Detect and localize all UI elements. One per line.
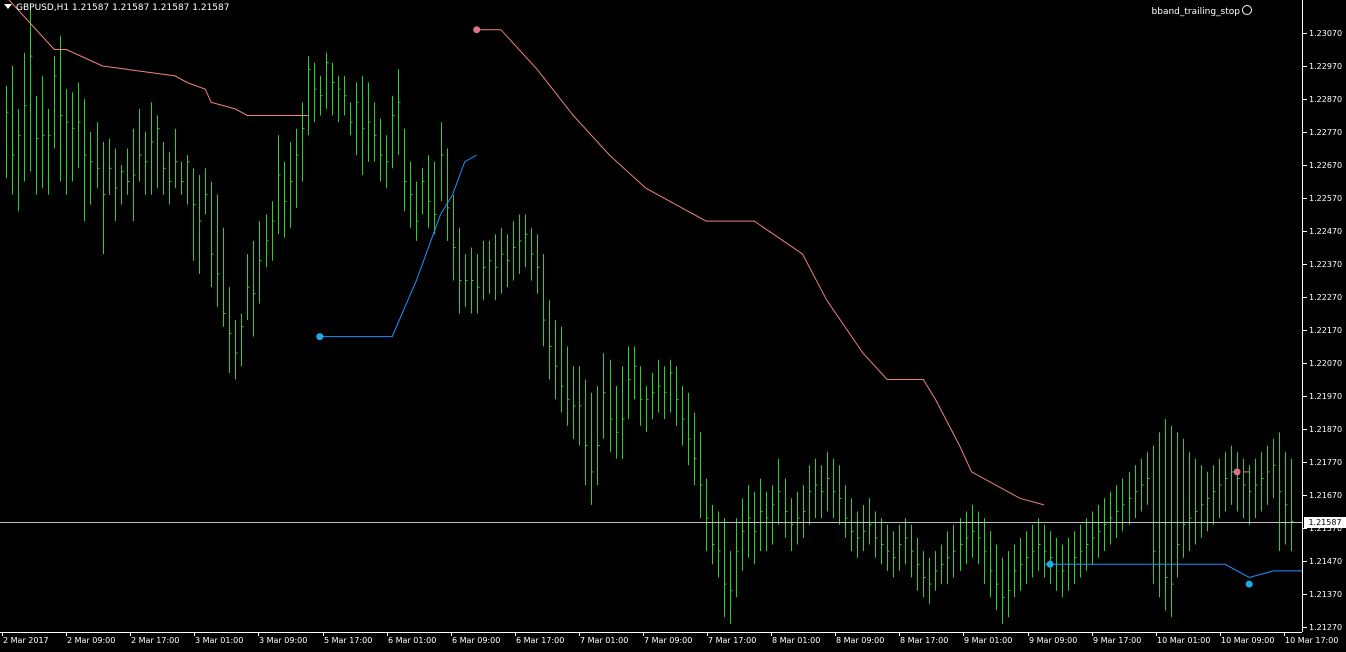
price-tick (1303, 495, 1307, 496)
time-label: 10 Mar 01:00 (1157, 636, 1211, 645)
price-tick (1303, 198, 1307, 199)
indicator-label[interactable]: bband_trailing_stop (1152, 5, 1252, 17)
time-axis: 2 Mar 2017 2 Mar 09:00 2 Mar 17:00 3 Mar 01… (0, 632, 1338, 652)
time-label: 3 Mar 01:00 (195, 636, 244, 645)
price-label: 1.21870 (1309, 425, 1343, 434)
price-tick (1303, 132, 1307, 133)
time-label: 6 Mar 17:00 (516, 636, 565, 645)
price-label: 1.22870 (1309, 95, 1343, 104)
price-label: 1.22970 (1309, 62, 1343, 71)
time-label: 7 Mar 01:00 (580, 636, 629, 645)
price-label: 1.22070 (1309, 359, 1343, 368)
price-label: 1.21970 (1309, 392, 1343, 401)
price-label: 1.22770 (1309, 128, 1343, 137)
time-label: 6 Mar 09:00 (452, 636, 501, 645)
price-axis: 1.23070 1.22970 1.22870 1.22770 1.22670 1.225… (1302, 0, 1346, 632)
time-label: 7 Mar 09:00 (644, 636, 693, 645)
symbol-info: GBPUSD,H1 1.21587 1.21587 1.21587 1.2158… (16, 3, 230, 13)
price-tick (1303, 396, 1307, 397)
price-tick (1303, 165, 1307, 166)
time-label: 5 Mar 17:00 (324, 636, 373, 645)
time-label: 8 Mar 17:00 (900, 636, 949, 645)
price-tick (1303, 627, 1307, 628)
price-tick (1303, 231, 1307, 232)
time-label: 2 Mar 2017 (3, 636, 49, 645)
price-label: 1.22670 (1309, 161, 1343, 170)
price-label: 1.22370 (1309, 260, 1343, 269)
price-label: 1.22170 (1309, 326, 1343, 335)
time-label: 2 Mar 09:00 (67, 636, 116, 645)
smiley-icon (1242, 5, 1252, 15)
upper-signal-dot (1233, 468, 1241, 476)
price-label: 1.22470 (1309, 227, 1343, 236)
price-tick (1303, 33, 1307, 34)
price-tick (1303, 462, 1307, 463)
price-label: 1.21370 (1309, 590, 1343, 599)
symbol-header: GBPUSD,H1 1.21587 1.21587 1.21587 1.2158… (4, 3, 229, 13)
price-tick (1303, 330, 1307, 331)
time-label: 9 Mar 17:00 (1093, 636, 1142, 645)
lower-signal-dot (1245, 580, 1253, 588)
chart-area[interactable]: GBPUSD,H1 1.21587 1.21587 1.21587 1.2158… (0, 0, 1302, 632)
lower-signal-dot (1046, 560, 1054, 568)
time-label: 9 Mar 01:00 (964, 636, 1013, 645)
dropdown-triangle-icon[interactable] (4, 4, 12, 9)
indicator-name: bband_trailing_stop (1151, 7, 1240, 17)
current-price-badge: 1.21587 (1304, 516, 1346, 528)
time-label: 9 Mar 09:00 (1029, 636, 1078, 645)
lower-signal-dot (316, 333, 324, 341)
price-tick (1303, 297, 1307, 298)
price-label: 1.21770 (1309, 458, 1343, 467)
trailing-stop-lines (8, 0, 1302, 579)
price-chart[interactable] (0, 0, 1302, 632)
time-label: 8 Mar 01:00 (772, 636, 821, 645)
time-label: 10 Mar 09:00 (1221, 636, 1275, 645)
time-label: 2 Mar 17:00 (131, 636, 180, 645)
time-label: 8 Mar 09:00 (836, 636, 885, 645)
price-label: 1.23070 (1309, 29, 1343, 38)
upper-trailing-stop-line (476, 29, 1045, 506)
upper-signal-dot (473, 26, 481, 34)
time-label: 3 Mar 09:00 (259, 636, 308, 645)
signal-dots (316, 26, 1253, 588)
time-label: 10 Mar 17:00 (1285, 636, 1339, 645)
price-label: 1.22570 (1309, 194, 1343, 203)
upper-trailing-stop-line (8, 0, 308, 116)
price-label: 1.22270 (1309, 293, 1343, 302)
price-tick (1303, 594, 1307, 595)
price-tick (1303, 528, 1307, 529)
ohlc-bars (6, 3, 1294, 624)
price-tick (1303, 363, 1307, 364)
price-tick (1303, 66, 1307, 67)
time-label: 6 Mar 01:00 (388, 636, 437, 645)
price-tick (1303, 561, 1307, 562)
price-label: 1.21670 (1309, 491, 1343, 500)
price-label: 1.21270 (1309, 623, 1343, 632)
price-label: 1.21470 (1309, 557, 1343, 566)
time-label: 7 Mar 17:00 (708, 636, 757, 645)
price-tick (1303, 264, 1307, 265)
price-tick (1303, 99, 1307, 100)
lower-trailing-stop-line (1044, 563, 1302, 579)
price-tick (1303, 429, 1307, 430)
